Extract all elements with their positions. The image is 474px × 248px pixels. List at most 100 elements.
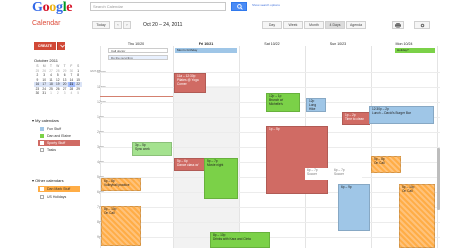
- event-pilates[interactable]: 11a – 12:30p Pilates @ Yoga Corner: [174, 73, 206, 93]
- day-header-sun[interactable]: Sun 10/23: [305, 42, 371, 46]
- mini-calendar-day[interactable]: 2: [54, 91, 61, 96]
- calendar-color-swatch: [40, 127, 44, 131]
- view-month-button[interactable]: Month: [304, 21, 324, 29]
- today-button[interactable]: Today: [92, 21, 110, 29]
- app-title: Calendar: [32, 20, 61, 27]
- other-calendars-header[interactable]: ▾ Other calendars: [32, 178, 64, 183]
- event-lunch-burger-bar[interactable]: 12:30p – 2p Lunch – David's Burger Bar: [369, 106, 434, 124]
- create-button[interactable]: CREATE: [34, 42, 56, 50]
- event-title: Volleyball practice: [104, 182, 130, 187]
- calendar-color-swatch: [40, 187, 44, 191]
- calendar-app: Google Search Calendar Show search optio…: [0, 0, 474, 248]
- prev-button[interactable]: ‹: [114, 21, 122, 29]
- calendar-label: Dan Mark Stuff: [47, 187, 71, 191]
- calendar-item-tasks[interactable]: Tasks: [38, 147, 80, 153]
- allday-event[interactable]: Call doctor: [108, 48, 168, 53]
- event-sporty-block[interactable]: 1p – 5p: [266, 126, 328, 194]
- event-long-hike[interactable]: 12p Long Hike: [306, 98, 326, 112]
- calendar-item-dan-mark-stuff[interactable]: Dan Mark Stuff: [38, 186, 80, 192]
- day-header-fri[interactable]: Fri 10/21: [173, 42, 239, 46]
- event-title: Soccer: [307, 171, 317, 176]
- search-input[interactable]: Search Calendar: [90, 2, 226, 11]
- event-drinks[interactable]: 8p – 10p Drinks with Kara and Cleta: [210, 232, 270, 248]
- hour-line: [100, 222, 440, 223]
- event-title: Brunch w/ Michelle's: [269, 97, 284, 106]
- mini-calendar-weeks: 25 26 27 28 29 30 1 2 3 4 5 6 7 8 9 10 11 12 13 14 15 16 17 18 1…: [34, 69, 82, 96]
- mini-calendar-day[interactable]: 4: [68, 91, 75, 96]
- day-header-thu[interactable]: Thu 10/20: [102, 42, 170, 46]
- mini-calendar-day[interactable]: 5: [75, 91, 82, 96]
- event-title: Dance class w/: [177, 162, 199, 167]
- view-week-button[interactable]: Week: [283, 21, 303, 29]
- view-agenda-button[interactable]: Agenda: [346, 21, 366, 29]
- event-title: Drinks with Kara and Cleta: [213, 236, 251, 241]
- hour-line: [100, 237, 440, 238]
- day-header-sat[interactable]: Sat 10/22: [239, 42, 305, 46]
- event-sync-work[interactable]: 3p – 5p Sync work: [132, 142, 172, 156]
- search-icon: [237, 4, 243, 10]
- grid-scrollbar[interactable]: [437, 148, 440, 210]
- event-volleyball[interactable]: 6p – 8p Volleyball practice: [101, 178, 141, 191]
- search-button[interactable]: [231, 2, 247, 11]
- my-calendars-header[interactable]: ▾ My calendars: [32, 118, 59, 123]
- calendar-item-sporty-stuff[interactable]: Sporty Stuff: [38, 140, 80, 146]
- event-soccer[interactable]: 6p – 7p Soccer: [332, 168, 362, 180]
- logo-letter: e: [66, 0, 73, 15]
- allday-event[interactable]: Mom's birthday: [175, 48, 237, 53]
- hour-line: [100, 207, 440, 208]
- logo-letter: g: [56, 0, 63, 15]
- create-dropdown-button[interactable]: [57, 42, 65, 50]
- calendar-color-swatch: [40, 195, 44, 199]
- calendar-color-swatch: [40, 134, 44, 138]
- hour-line: [100, 72, 440, 73]
- print-icon: [395, 22, 401, 28]
- event-title: On Call: [104, 210, 115, 215]
- next-button[interactable]: ›: [123, 21, 131, 29]
- event-title: Long Hike: [309, 102, 317, 111]
- event-on-call[interactable]: 8p – 10p On Call: [101, 206, 141, 246]
- mini-calendar-day[interactable]: 1: [48, 91, 55, 96]
- calendar-label: Dan and Elaine: [47, 134, 71, 138]
- calendar-item-dan-and-elaine[interactable]: Dan and Elaine: [38, 133, 80, 139]
- event-time-to-clean[interactable]: 1p – 2p Time to clean: [342, 112, 370, 125]
- event-on-call[interactable]: 5p – 10p On Call: [399, 184, 435, 248]
- print-button[interactable]: [392, 21, 404, 29]
- event-title: Lunch – David's Burger Bar: [372, 110, 411, 115]
- calendar-item-fun-stuff[interactable]: Fun Stuff: [38, 126, 80, 132]
- settings-button[interactable]: [414, 21, 430, 29]
- event-blue-block[interactable]: 6p – 9p: [338, 184, 370, 231]
- event-time: 6p – 9p: [341, 185, 352, 189]
- event-movie-night[interactable]: 5p – 7p Movie night: [204, 158, 238, 199]
- logo-letter: o: [49, 0, 56, 15]
- event-brunch[interactable]: 12p – 1p Brunch w/ Michelle's: [266, 93, 300, 112]
- event-on-call[interactable]: 5p – 8p On Call: [371, 156, 401, 173]
- calendar-item-us-holidays[interactable]: US Holidays: [38, 194, 80, 200]
- event-title: On Call: [374, 160, 385, 165]
- event-title: Pilates @ Yoga Corner: [177, 77, 199, 86]
- view-4days-button[interactable]: 4 Days: [325, 21, 345, 29]
- event-title: Sync work: [135, 146, 150, 151]
- calendar-grid: Thu 10/20 Fri 10/21 Sat 10/22 Sun 10/23 …: [90, 34, 440, 248]
- show-search-options-link[interactable]: Show search options: [252, 3, 280, 7]
- calendar-label: Tasks: [47, 148, 56, 152]
- logo-letter: G: [32, 0, 43, 15]
- google-logo[interactable]: Google: [32, 0, 73, 15]
- event-dance-class[interactable]: 5p – 6p Dance class w/: [174, 158, 206, 171]
- mini-calendar-day[interactable]: 31: [41, 91, 48, 96]
- event-time: 1p – 5p: [269, 127, 280, 131]
- calendar-color-swatch: [40, 148, 44, 152]
- gear-icon: [420, 23, 424, 27]
- mini-calendar-day[interactable]: 30: [34, 91, 41, 96]
- hour-line: [100, 87, 440, 88]
- top-bar: Google Search Calendar Show search optio…: [0, 0, 474, 34]
- allday-event[interactable]: Do the recycling: [108, 55, 168, 60]
- day-header-mon[interactable]: Mon 10/24: [371, 42, 437, 46]
- current-time-line: [100, 96, 173, 97]
- mini-calendar: S M T W T F S 25 26 27 28 29 30 1 2 3 4 5 6 7 8 9 10 11 1…: [34, 64, 82, 96]
- calendar-color-swatch: [40, 141, 44, 145]
- mini-calendar-day[interactable]: 3: [61, 91, 68, 96]
- allday-event[interactable]: Holiday?: [395, 48, 435, 53]
- other-calendars-title: Other calendars: [35, 178, 64, 183]
- view-day-button[interactable]: Day: [262, 21, 282, 29]
- date-range: Oct 20 – 24, 2011: [143, 22, 183, 28]
